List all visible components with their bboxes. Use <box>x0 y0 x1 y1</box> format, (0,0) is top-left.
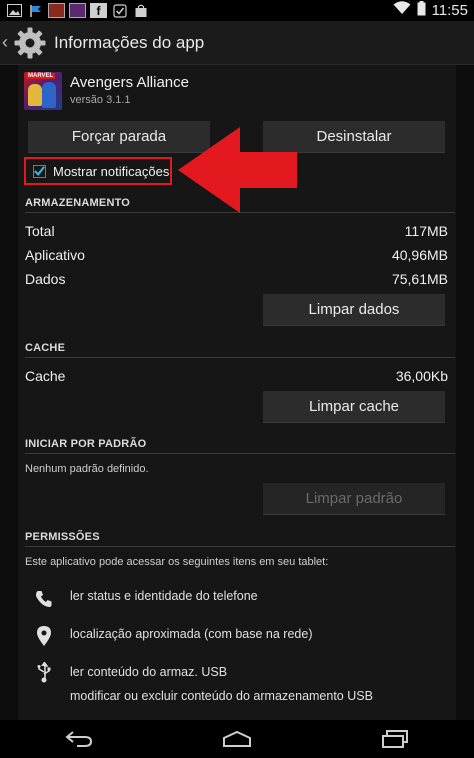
storage-value: 75,61MB <box>391 271 448 287</box>
image-icon <box>6 3 23 18</box>
storage-value: 117MB <box>404 223 448 239</box>
divider <box>25 453 455 454</box>
back-icon[interactable] <box>54 724 104 754</box>
notification-icons: f <box>6 3 149 18</box>
divider <box>25 357 455 358</box>
permission-text: ler status e identidade do telefone <box>70 589 258 603</box>
notifications-checkbox[interactable] <box>33 164 46 178</box>
app-name: Avengers Alliance <box>70 74 189 91</box>
image-icon <box>48 3 65 18</box>
defaults-text: Nenhum padrão definido. <box>25 463 149 475</box>
recent-apps-icon[interactable] <box>370 724 420 754</box>
storage-row-data: Dados 75,61MB <box>25 271 448 287</box>
cache-value: 36,00Kb <box>395 368 448 384</box>
clear-cache-button[interactable]: Limpar cache <box>263 391 445 423</box>
show-notifications-option[interactable]: Mostrar notificações <box>24 157 172 185</box>
clock: 11:55 <box>431 2 468 19</box>
wifi-icon <box>393 1 411 20</box>
settings-gear-icon[interactable] <box>12 25 48 61</box>
home-icon[interactable] <box>212 724 262 754</box>
cache-section-title: CACHE <box>25 342 66 354</box>
permission-text: ler conteúdo do armaz. USB <box>70 665 228 679</box>
red-arrow-annotation <box>178 127 297 213</box>
status-bar: f 11:55 <box>0 0 474 21</box>
facebook-icon: f <box>90 3 107 18</box>
clear-defaults-button: Limpar padrão <box>263 483 445 515</box>
battery-icon <box>417 0 426 21</box>
clear-data-button[interactable]: Limpar dados <box>263 294 445 326</box>
storage-label: Total <box>25 223 55 239</box>
bag-icon <box>132 3 149 18</box>
action-bar: ‹ Informações do app <box>0 21 474 65</box>
permission-text: modificar ou excluir conteúdo do armazen… <box>70 689 373 703</box>
storage-label: Dados <box>25 271 66 287</box>
storage-value: 40,96MB <box>391 247 448 263</box>
app-icon: MARVEL <box>24 72 62 110</box>
check-icon <box>111 3 128 18</box>
back-caret-icon[interactable]: ‹ <box>2 32 12 53</box>
app-version: versão 3.1.1 <box>70 94 131 106</box>
permission-text: localização aproximada (com base na rede… <box>70 627 313 641</box>
permissions-intro: Este aplicativo pode acessar os seguinte… <box>25 556 329 568</box>
image-icon <box>69 3 86 18</box>
permissions-section-title: PERMISSÕES <box>25 531 100 543</box>
storage-row-total: Total 117MB <box>25 223 448 239</box>
defaults-section-title: INICIAR POR PADRÃO <box>25 438 147 450</box>
notifications-label: Mostrar notificações <box>53 163 170 179</box>
flag-icon <box>27 3 44 18</box>
cache-label: Cache <box>25 368 66 384</box>
storage-row-app: Aplicativo 40,96MB <box>25 247 448 263</box>
app-header: MARVEL <box>24 72 62 110</box>
usb-icon <box>34 662 54 683</box>
navigation-bar <box>0 720 474 758</box>
cache-row: Cache 36,00Kb <box>25 368 448 384</box>
divider <box>25 546 455 547</box>
app-icon-badge: MARVEL <box>26 73 56 79</box>
storage-label: Aplicativo <box>25 247 85 263</box>
page-title: Informações do app <box>54 32 205 52</box>
phone-icon <box>34 589 54 609</box>
location-icon <box>34 626 54 646</box>
